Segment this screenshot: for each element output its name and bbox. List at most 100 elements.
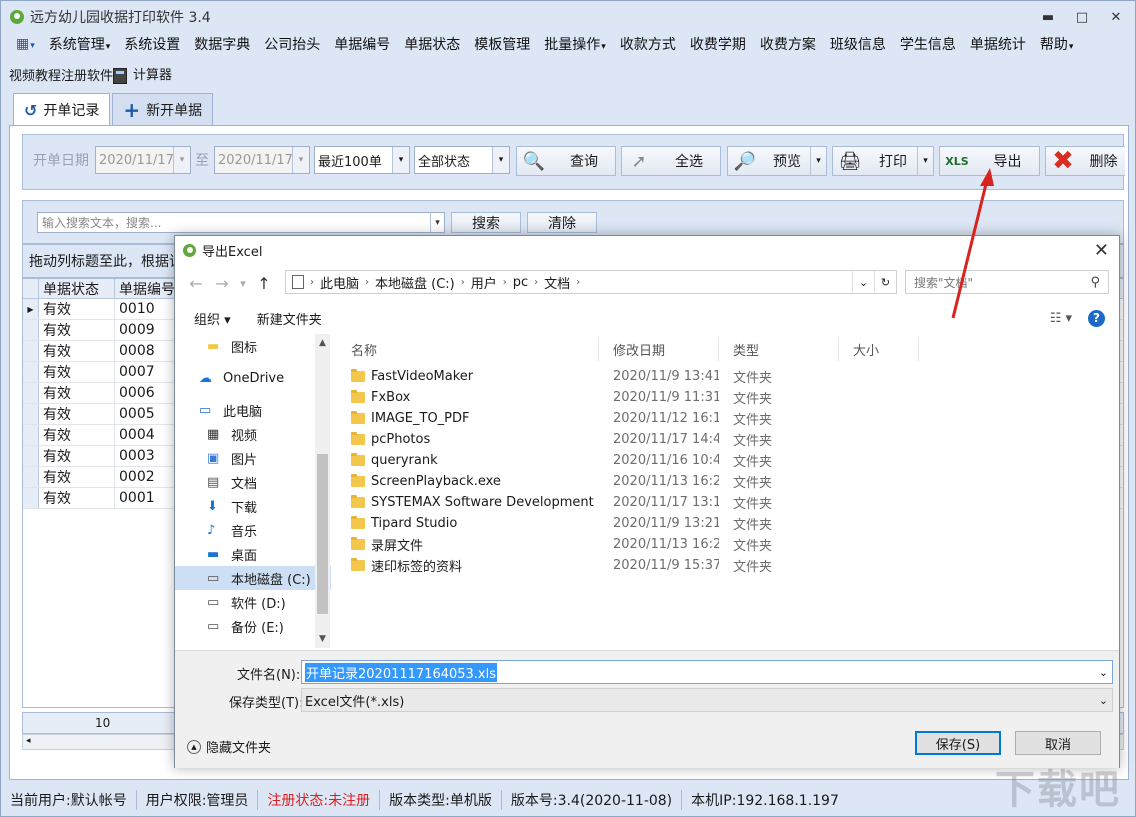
address-dropdown-icon[interactable]: ⌄	[852, 271, 874, 293]
nav-item[interactable]: ▬ 图标	[175, 334, 331, 358]
nav-item[interactable]: ▭ 备份 (E:)	[175, 614, 331, 638]
help-icon[interactable]: ?	[1088, 309, 1105, 327]
print-button[interactable]: 🖨 打印 ▾	[832, 146, 934, 176]
file-row[interactable]: IMAGE_TO_PDF 2020/11/12 16:15 文件夹	[337, 408, 1119, 429]
export-button[interactable]: XLS 导出	[939, 146, 1040, 176]
hide-folders-toggle[interactable]: ▲ 隐藏文件夹	[187, 737, 271, 756]
column-name[interactable]: 名称	[337, 337, 599, 361]
file-row[interactable]: 速印标签的资料 2020/11/9 15:37 文件夹	[337, 555, 1119, 576]
chevron-down-icon[interactable]: ▾	[917, 147, 933, 175]
menu-item[interactable]: 计算器	[113, 64, 172, 84]
refresh-icon[interactable]: ↻	[874, 271, 896, 293]
breadcrumb-item[interactable]: 本地磁盘 (C:)	[369, 273, 461, 292]
save-button[interactable]: 保存(S)	[915, 731, 1001, 755]
filename-input[interactable]: 开单记录20201117164053.xls ⌄	[301, 660, 1113, 684]
address-bar[interactable]: › 此电脑 › 本地磁盘 (C:) › 用户 › pc › 文档 › ⌄ ↻	[285, 270, 897, 294]
column-date[interactable]: 修改日期	[599, 337, 719, 361]
menu-item[interactable]: 班级信息	[823, 34, 893, 54]
scroll-left-icon[interactable]: ◂	[26, 736, 31, 746]
menu-item[interactable]: 数据字典	[187, 34, 257, 54]
file-row[interactable]: pcPhotos 2020/11/17 14:41 文件夹	[337, 429, 1119, 450]
scroll-up-icon[interactable]: ▲	[315, 338, 330, 348]
file-name: pcPhotos	[337, 432, 599, 447]
column-size[interactable]: 大小	[839, 337, 919, 361]
menu-item[interactable]: 收费方案	[753, 34, 823, 54]
menu-item[interactable]: 单据统计	[963, 34, 1033, 54]
breadcrumb-item[interactable]: 用户	[465, 273, 503, 292]
column-header-status[interactable]: 单据状态	[39, 279, 115, 298]
file-row[interactable]: SYSTEMAX Software Development 2020/11/17 …	[337, 492, 1119, 513]
nav-scrollbar[interactable]: ▲ ▼	[315, 334, 330, 648]
file-row[interactable]: ScreenPlayback.exe 2020/11/13 16:23 文件夹	[337, 471, 1119, 492]
select-all-button[interactable]: ➚ 全选	[621, 146, 721, 176]
back-arrow-icon[interactable]: ←	[183, 274, 209, 293]
nav-item[interactable]: ☁ OneDrive	[175, 366, 331, 390]
date-to-picker[interactable]: 2020/11/17 ▾	[214, 146, 310, 174]
file-row[interactable]: FxBox 2020/11/9 11:31 文件夹	[337, 387, 1119, 408]
status-select[interactable]: 全部状态 ▾	[414, 146, 510, 174]
breadcrumb-item[interactable]: 此电脑	[314, 273, 365, 292]
menu-item[interactable]: 收费学期	[683, 34, 753, 54]
menu-item[interactable]: 注册软件	[61, 65, 113, 84]
menu-item[interactable]: 单据编号	[327, 34, 397, 54]
search-button[interactable]: 搜索	[451, 212, 521, 233]
preview-button[interactable]: 🔎 预览 ▾	[727, 146, 827, 176]
file-row[interactable]: FastVideoMaker 2020/11/9 13:41 文件夹	[337, 366, 1119, 387]
breadcrumb-item[interactable]: pc	[507, 275, 534, 290]
folder-icon: ▬	[207, 339, 220, 354]
menu-item[interactable]: 公司抬头	[257, 34, 327, 54]
minimize-button[interactable]: ▬	[1035, 7, 1061, 27]
menu-item[interactable]: 批量操作	[537, 34, 613, 54]
organize-button[interactable]: 组织 ▾	[185, 309, 240, 328]
cancel-button[interactable]: 取消	[1015, 731, 1101, 755]
delete-button[interactable]: ✖ 删除	[1045, 146, 1125, 176]
nav-item[interactable]: ▭ 本地磁盘 (C:)	[175, 566, 331, 590]
file-row[interactable]: queryrank 2020/11/16 10:46 文件夹	[337, 450, 1119, 471]
menu-item[interactable]: 帮助	[1033, 34, 1081, 54]
new-folder-button[interactable]: 新建文件夹	[248, 309, 331, 328]
forward-arrow-icon[interactable]: →	[209, 274, 235, 293]
menu-item[interactable]: 学生信息	[893, 34, 963, 54]
menu-item[interactable]: 模板管理	[467, 34, 537, 54]
nav-item[interactable]: ♪ 音乐	[175, 518, 331, 542]
close-button[interactable]: ✕	[1103, 7, 1129, 27]
search-input[interactable]: 输入搜索文本，搜索... ▾	[37, 212, 445, 233]
nav-item[interactable]: ⬇ 下载	[175, 494, 331, 518]
folder-search-input[interactable]: 搜索"文档" ⚲	[905, 270, 1109, 294]
nav-item[interactable]: ▦ 视频	[175, 422, 331, 446]
nav-item[interactable]: ▭ 此电脑	[175, 398, 331, 422]
nav-item[interactable]: ▤ 文档	[175, 470, 331, 494]
scroll-down-icon[interactable]: ▼	[315, 634, 330, 644]
date-from-picker[interactable]: 2020/11/17 ▾	[95, 146, 191, 174]
nav-scroll-thumb[interactable]	[317, 454, 328, 614]
chevron-down-icon[interactable]: ⌄	[1099, 666, 1108, 679]
view-options-icon[interactable]: ☷ ▾	[1050, 311, 1072, 326]
dialog-close-icon[interactable]: ✕	[1094, 240, 1109, 261]
recent-count-select[interactable]: 最近100单 ▾	[314, 146, 410, 174]
tab-new-order[interactable]: + 新开单据	[112, 93, 214, 125]
nav-item[interactable]: ▬ 桌面	[175, 542, 331, 566]
menu-item[interactable]: 视频教程	[9, 65, 61, 84]
clear-button[interactable]: 清除	[527, 212, 597, 233]
recent-chevron-icon[interactable]: ▾	[235, 277, 251, 290]
filetype-select[interactable]: Excel文件(*.xls) ⌄	[301, 688, 1113, 712]
nav-item[interactable]: ▣ 图片	[175, 446, 331, 470]
pc-icon: ▭	[199, 403, 212, 418]
up-arrow-icon[interactable]: ↑	[251, 274, 277, 293]
file-row[interactable]: 录屏文件 2020/11/13 16:23 文件夹	[337, 534, 1119, 555]
app-menu-icon[interactable]: ▦	[9, 36, 42, 52]
menu-item[interactable]: 系统设置	[117, 34, 187, 54]
menu-item[interactable]: 单据状态	[397, 34, 467, 54]
column-type[interactable]: 类型	[719, 337, 839, 361]
breadcrumb-item[interactable]: 文档	[538, 273, 576, 292]
tab-order-records[interactable]: ↺ 开单记录	[13, 93, 111, 126]
maximize-button[interactable]: □	[1069, 7, 1095, 27]
nav-item[interactable]: ▭ 软件 (D:)	[175, 590, 331, 614]
menu-item[interactable]: 系统管理	[42, 34, 118, 54]
query-button[interactable]: 🔍 查询	[516, 146, 616, 176]
row-indicator: ▶	[23, 299, 39, 319]
file-row[interactable]: Tipard Studio 2020/11/9 13:21 文件夹	[337, 513, 1119, 534]
menu-item[interactable]: 收款方式	[613, 34, 683, 54]
chevron-down-icon[interactable]: ▾	[810, 147, 826, 175]
video-icon: ▦	[207, 427, 220, 442]
